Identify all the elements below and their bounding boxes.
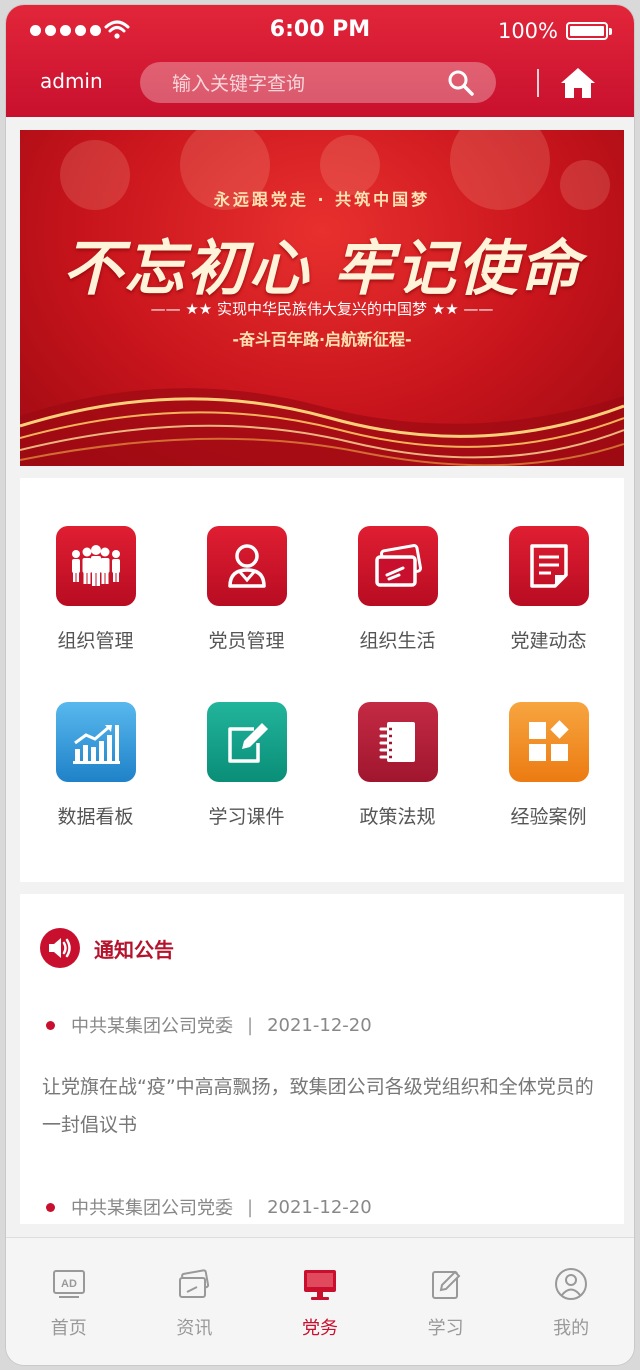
tab-label: 学习 xyxy=(427,1318,464,1339)
apps-icon xyxy=(508,702,589,782)
notice-meta: 中共某集团公司党委 | 2021-12-20 xyxy=(46,1194,372,1220)
header-bar: 6:00 PM 100% admin 输入关键字查询 xyxy=(6,5,634,117)
tab-news[interactable]: 资讯 xyxy=(132,1238,258,1365)
header-divider xyxy=(537,69,539,97)
banner-subtitle: —— ★★ 实现中华民族伟大复兴的中国梦 ★★ —— xyxy=(150,300,494,318)
tab-label: 我的 xyxy=(553,1318,590,1339)
tab-label: 资讯 xyxy=(176,1318,213,1339)
tab-label: 首页 xyxy=(50,1318,87,1339)
document-icon xyxy=(508,526,589,606)
svg-text:AD: AD xyxy=(61,1278,77,1290)
tab-profile[interactable]: 我的 xyxy=(508,1238,634,1365)
bullet-dot xyxy=(46,1202,55,1212)
grid-label: 数据看板 xyxy=(57,806,134,828)
news-icon xyxy=(179,1269,210,1298)
notice-body[interactable]: 让党旗在战“疫”中高高飘扬，致集团公司各级党组织和全体党员的一封倡议书 xyxy=(42,1068,602,1144)
grid-label: 党员管理 xyxy=(208,630,285,652)
notice-title: 通知公告 xyxy=(94,937,174,962)
notebook-icon xyxy=(357,702,438,782)
bottom-tab-bar: AD 首页 资讯 党务 学习 我的 xyxy=(6,1237,634,1365)
banner-waves xyxy=(20,388,624,466)
grid-item-org-management[interactable]: 组织管理 xyxy=(20,526,171,686)
battery-percent: 100% xyxy=(497,19,558,43)
grid-label: 学习课件 xyxy=(208,806,285,828)
notice-date: 2021-12-20 xyxy=(267,1014,372,1036)
people-icon xyxy=(55,526,136,606)
banner-subtitle-2: -奋斗百年路·启航新征程- xyxy=(232,330,412,349)
notice-header: 通知公告 xyxy=(40,928,174,968)
grid-label: 组织生活 xyxy=(359,630,436,652)
search-placeholder: 输入关键字查询 xyxy=(172,73,306,95)
member-icon xyxy=(206,526,287,606)
notice-section: 通知公告 中共某集团公司党委 | 2021-12-20 让党旗在战“疫”中高高飘… xyxy=(20,894,624,1224)
banner-headline: 不忘初心 牢记使命 xyxy=(62,234,582,304)
meta-separator: | xyxy=(247,1014,254,1036)
grid-label: 党建动态 xyxy=(510,630,587,652)
tab-label: 党务 xyxy=(301,1318,338,1339)
search-icon[interactable] xyxy=(446,68,476,98)
grid-label: 经验案例 xyxy=(510,806,587,828)
grid-item-org-life[interactable]: 组织生活 xyxy=(322,526,473,686)
notice-date: 2021-12-20 xyxy=(267,1196,372,1218)
phone-frame: 6:00 PM 100% admin 输入关键字查询 永远跟党走 · 共筑中国梦… xyxy=(6,5,634,1365)
grid-item-data-board[interactable]: 数据看板 xyxy=(20,702,171,862)
hero-banner[interactable]: 永远跟党走 · 共筑中国梦 不忘初心 牢记使命 —— ★★ 实现中华民族伟大复兴… xyxy=(20,130,624,466)
edit-icon xyxy=(206,702,287,782)
meta-separator: | xyxy=(247,1196,254,1218)
feature-grid: 组织管理 党员管理 组织生活 党建动态 数据看板 学习课件 政策法规 经验案例 xyxy=(20,478,624,882)
grid-label: 组织管理 xyxy=(57,630,134,652)
pencil-icon xyxy=(431,1270,460,1299)
banner-tagline: 永远跟党走 · 共筑中国梦 xyxy=(213,190,431,209)
speaker-icon xyxy=(40,928,80,968)
cards-icon xyxy=(357,526,438,606)
grid-item-courseware[interactable]: 学习课件 xyxy=(171,702,322,862)
status-bar: 6:00 PM 100% xyxy=(6,5,634,57)
grid-item-cases[interactable]: 经验案例 xyxy=(473,702,624,862)
tab-home[interactable]: AD 首页 xyxy=(6,1238,132,1365)
grid-item-policy[interactable]: 政策法规 xyxy=(322,702,473,862)
username-label[interactable]: admin xyxy=(40,69,103,93)
grid-item-member-management[interactable]: 党员管理 xyxy=(171,526,322,686)
grid-item-party-news[interactable]: 党建动态 xyxy=(473,526,624,686)
monitor-icon xyxy=(303,1270,336,1300)
ad-icon: AD xyxy=(52,1270,85,1298)
tab-study[interactable]: 学习 xyxy=(383,1238,509,1365)
home-icon[interactable] xyxy=(558,63,598,103)
notice-meta: 中共某集团公司党委 | 2021-12-20 xyxy=(46,1012,372,1038)
battery-icon xyxy=(566,22,612,40)
search-input[interactable]: 输入关键字查询 xyxy=(140,62,496,103)
chart-icon xyxy=(55,702,136,782)
grid-label: 政策法规 xyxy=(359,806,436,828)
user-icon xyxy=(555,1268,588,1300)
bullet-dot xyxy=(46,1020,55,1030)
notice-org: 中共某集团公司党委 xyxy=(71,1016,233,1037)
notice-org: 中共某集团公司党委 xyxy=(71,1198,233,1219)
tab-party-affairs[interactable]: 党务 xyxy=(257,1238,383,1365)
